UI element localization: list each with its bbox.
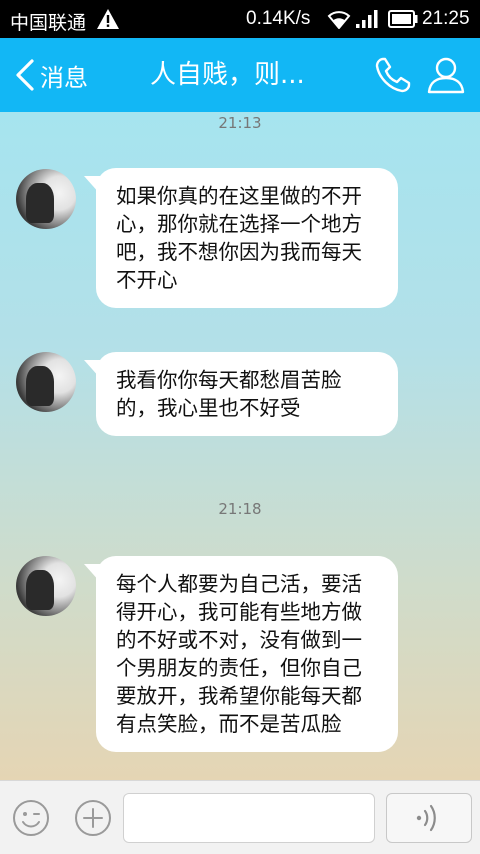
voice-wave-icon — [416, 804, 436, 832]
battery-icon — [388, 10, 418, 28]
back-label: 消息 — [40, 63, 88, 92]
message-text: 如果你真的在这里做的不开心，那你就在选择一个地方吧，我不想你因为我而每天不开心 — [116, 184, 362, 292]
wifi-icon — [327, 11, 351, 29]
message-bubble[interactable]: 我看你你每天都愁眉苦脸的，我心里也不好受 — [84, 352, 398, 436]
person-icon[interactable] — [426, 55, 466, 95]
message-timestamp: 21:18 — [218, 500, 262, 518]
warning-icon — [97, 9, 119, 29]
chat-area[interactable]: 21:13 如果你真的在这里做的不开心，那你就在选择一个地方吧，我不想你因为我而… — [0, 112, 480, 780]
network-speed: 0.14K/s — [246, 8, 311, 29]
chat-title: 人自贱，则... — [150, 60, 305, 90]
avatar[interactable] — [16, 169, 76, 229]
message-text: 每个人都要为自己活，要活得开心，我可能有些地方做的不好或不对，没有做到一个男朋友… — [116, 572, 362, 736]
input-bar — [0, 780, 480, 854]
message-text: 我看你你每天都愁眉苦脸的，我心里也不好受 — [116, 368, 342, 420]
message-bubble[interactable]: 如果你真的在这里做的不开心，那你就在选择一个地方吧，我不想你因为我而每天不开心 — [84, 168, 398, 308]
avatar[interactable] — [16, 352, 76, 412]
smiley-icon[interactable] — [12, 799, 50, 837]
phone-icon[interactable] — [374, 56, 412, 94]
avatar[interactable] — [16, 556, 76, 616]
message-bubble[interactable]: 每个人都要为自己活，要活得开心，我可能有些地方做的不好或不对，没有做到一个男朋友… — [84, 556, 398, 752]
carrier-name: 中国联通 — [10, 13, 87, 34]
back-button[interactable]: 消息 — [12, 38, 88, 112]
message-input[interactable] — [123, 793, 375, 843]
status-bar: 中国联通 0.14K/s 21:25 — [0, 0, 480, 38]
signal-icon — [356, 10, 378, 28]
voice-button[interactable] — [386, 793, 472, 843]
plus-circle-icon[interactable] — [74, 799, 112, 837]
chat-header: 消息 人自贱，则... — [0, 38, 480, 112]
message-timestamp: 21:13 — [218, 114, 262, 132]
chevron-left-icon — [16, 59, 34, 91]
status-time: 21:25 — [422, 8, 470, 29]
